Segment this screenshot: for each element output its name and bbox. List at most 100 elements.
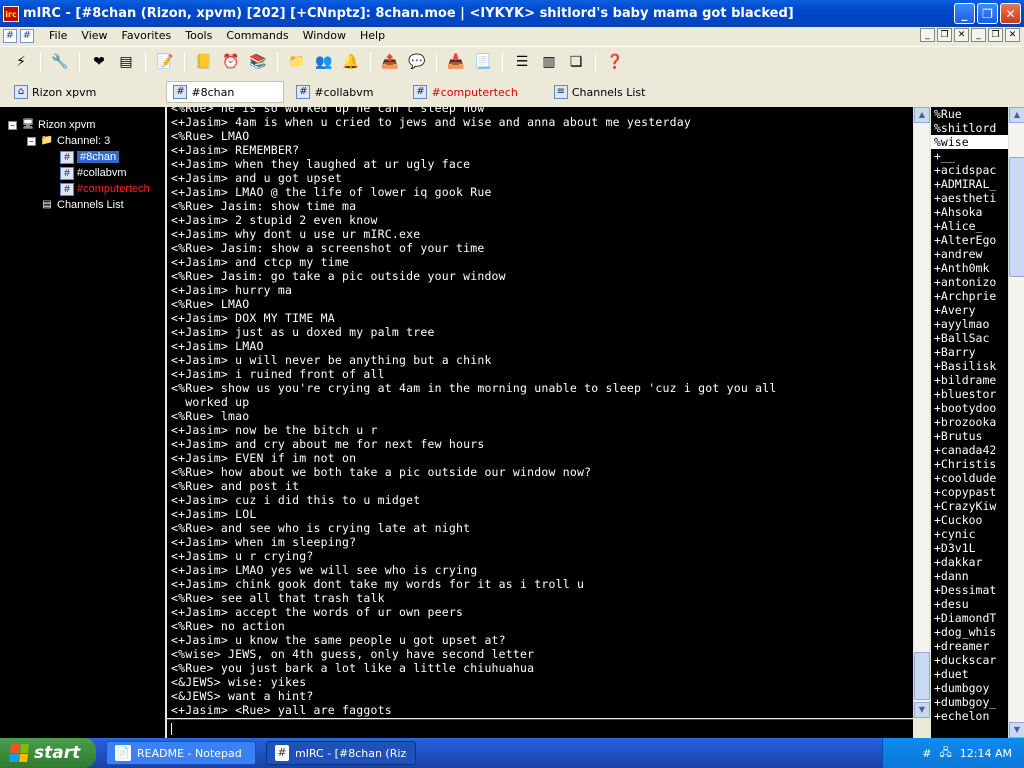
nick-item[interactable]: +andrew [931, 247, 1008, 261]
timer-icon[interactable]: ⏰ [220, 51, 242, 73]
scroll-down-arrow-icon[interactable]: ▼ [1009, 722, 1024, 738]
notify-icon[interactable]: 🔔 [340, 51, 362, 73]
colors-icon[interactable]: 📚 [247, 51, 269, 73]
help-icon[interactable]: ❓ [604, 51, 626, 73]
network-icon[interactable]: 🖧 [940, 744, 952, 763]
nicklist-scroll-thumb[interactable] [1009, 157, 1024, 277]
switchbar-item-8chan[interactable]: # #8chan [166, 81, 285, 103]
nick-item[interactable]: +dumbgoy_ [931, 695, 1008, 709]
tree-channels-list[interactable]: ▤ Channels List [0, 197, 165, 213]
nick-item[interactable]: +cynic [931, 527, 1008, 541]
tree-channel-8chan[interactable]: # #8chan [0, 149, 165, 165]
nick-item[interactable]: +DiamondT [931, 611, 1008, 625]
nick-item[interactable]: +cooldude [931, 471, 1008, 485]
close-button[interactable]: ✕ [1000, 3, 1021, 24]
folder-icon[interactable]: 📁 [286, 51, 308, 73]
nick-item[interactable]: +acidspac [931, 163, 1008, 177]
channel-hash-icon[interactable]: # [20, 28, 34, 43]
users-icon[interactable]: 👥 [313, 51, 335, 73]
received-files-icon[interactable]: 📥 [445, 51, 467, 73]
switchbar-item-collabvm[interactable]: # #collabvm [290, 81, 379, 103]
nick-item[interactable]: +ayylmao [931, 317, 1008, 331]
nick-item[interactable]: +BallSac [931, 331, 1008, 345]
nick-item[interactable]: +Dessimat [931, 583, 1008, 597]
taskbar-button-notepad[interactable]: 📄 README - Notepad [106, 741, 256, 765]
menu-view[interactable]: View [74, 29, 114, 42]
tile-vertical-icon[interactable]: ▥ [538, 51, 560, 73]
nick-list[interactable]: %Rue %shitlord %wise +__ +acidspac +ADMIRAL_ +… [931, 107, 1008, 738]
nick-item[interactable]: +copypast [931, 485, 1008, 499]
nick-item[interactable]: +brozooka [931, 415, 1008, 429]
scroll-down-arrow-icon[interactable]: ▼ [914, 702, 930, 718]
minimize-button[interactable]: _ [954, 3, 975, 24]
nick-item[interactable]: +Ahsoka [931, 205, 1008, 219]
nick-item[interactable]: +duet [931, 667, 1008, 681]
nick-item[interactable]: +duckscar [931, 653, 1008, 667]
mdi-restore-button[interactable]: ❐ [937, 28, 952, 42]
mdi-minimize-button-2[interactable]: _ [971, 28, 986, 42]
dcc-chat-icon[interactable]: 💬 [406, 51, 428, 73]
nick-item[interactable]: +__ [931, 149, 1008, 163]
tree-channel-collabvm[interactable]: # #collabvm [0, 165, 165, 181]
nick-item[interactable]: +echelon [931, 709, 1008, 723]
chat-scroll-thumb[interactable] [914, 652, 930, 700]
nick-item[interactable]: +Anth0mk [931, 261, 1008, 275]
mdi-restore-button-2[interactable]: ❐ [988, 28, 1003, 42]
nick-item[interactable]: +Christis [931, 457, 1008, 471]
nicklist-scrollbar[interactable]: ▲ ▼ [1008, 107, 1024, 738]
nick-item[interactable]: +Cuckoo [931, 513, 1008, 527]
nick-item[interactable]: +dog_whis [931, 625, 1008, 639]
menu-commands[interactable]: Commands [219, 29, 295, 42]
scroll-up-arrow-icon[interactable]: ▲ [914, 107, 930, 123]
tree-channel-folder[interactable]: − 📁 Channel: 3 [0, 133, 165, 149]
scroll-up-arrow-icon[interactable]: ▲ [1009, 107, 1024, 123]
menu-favorites[interactable]: Favorites [115, 29, 179, 42]
connect-icon[interactable]: ⚡ [10, 51, 32, 73]
chat-buffer[interactable]: <%Rue> he is so worked up he can't sleep… [167, 107, 913, 718]
nick-item[interactable]: +CrazyKiw [931, 499, 1008, 513]
menu-help[interactable]: Help [353, 29, 392, 42]
nick-item[interactable]: +Brutus [931, 429, 1008, 443]
options-icon[interactable]: 🔧 [49, 51, 71, 73]
nick-item[interactable]: +dreamer [931, 639, 1008, 653]
nick-item[interactable]: +Avery [931, 303, 1008, 317]
nick-item[interactable]: %shitlord [931, 121, 1008, 135]
channel-list-icon[interactable]: ▤ [115, 51, 137, 73]
switchbar-item-rizonxpvm[interactable]: ⌂ Rizon xpvm [8, 81, 102, 103]
nick-item[interactable]: +antonizo [931, 275, 1008, 289]
switchbar-item-computertech[interactable]: # #computertech [407, 81, 523, 103]
mdi-minimize-button[interactable]: _ [920, 28, 935, 42]
menu-window[interactable]: Window [296, 29, 353, 42]
nick-item[interactable]: +Archprie [931, 289, 1008, 303]
nick-item[interactable]: +Barry [931, 345, 1008, 359]
window-hash-icon[interactable]: # [3, 28, 17, 43]
nick-item[interactable]: +dakkar [931, 555, 1008, 569]
nick-item[interactable]: +Alice_ [931, 219, 1008, 233]
mdi-close-button[interactable]: ✕ [954, 28, 969, 42]
start-button[interactable]: start [0, 738, 96, 768]
nick-item[interactable]: +dumbgoy [931, 681, 1008, 695]
nick-item[interactable]: +bluestor [931, 387, 1008, 401]
collapse-icon[interactable]: − [27, 136, 36, 146]
taskbar-button-mirc[interactable]: # mIRC - [#8chan (Rizo... [266, 741, 416, 765]
nick-item[interactable]: +aestheti [931, 191, 1008, 205]
nick-item[interactable]: +bildrame [931, 373, 1008, 387]
nick-item[interactable]: %wise [931, 135, 1008, 149]
dcc-send-icon[interactable]: 📤 [379, 51, 401, 73]
tree-channel-computertech[interactable]: # #computertech [0, 181, 165, 197]
title-bar[interactable]: irc mIRC - [#8chan (Rizon, xpvm) [202] [… [0, 0, 1024, 27]
menu-tools[interactable]: Tools [178, 29, 219, 42]
mirc-tray-icon[interactable]: # [922, 747, 931, 760]
nick-item[interactable]: +Basilisk [931, 359, 1008, 373]
chat-input[interactable] [167, 719, 913, 738]
nick-item[interactable]: +D3v1L [931, 541, 1008, 555]
menu-file[interactable]: File [42, 29, 74, 42]
maximize-button[interactable]: ❐ [977, 3, 998, 24]
nick-item[interactable]: +AlterEgo [931, 233, 1008, 247]
chat-scrollbar[interactable]: ▲ ▼ [913, 107, 930, 718]
nick-item[interactable]: +bootydoo [931, 401, 1008, 415]
logs-icon[interactable]: 📃 [472, 51, 494, 73]
nick-item[interactable]: %Rue [931, 107, 1008, 121]
nick-item[interactable]: +ADMIRAL_ [931, 177, 1008, 191]
switchbar-item-channelslist[interactable]: ≡ Channels List [548, 81, 652, 103]
